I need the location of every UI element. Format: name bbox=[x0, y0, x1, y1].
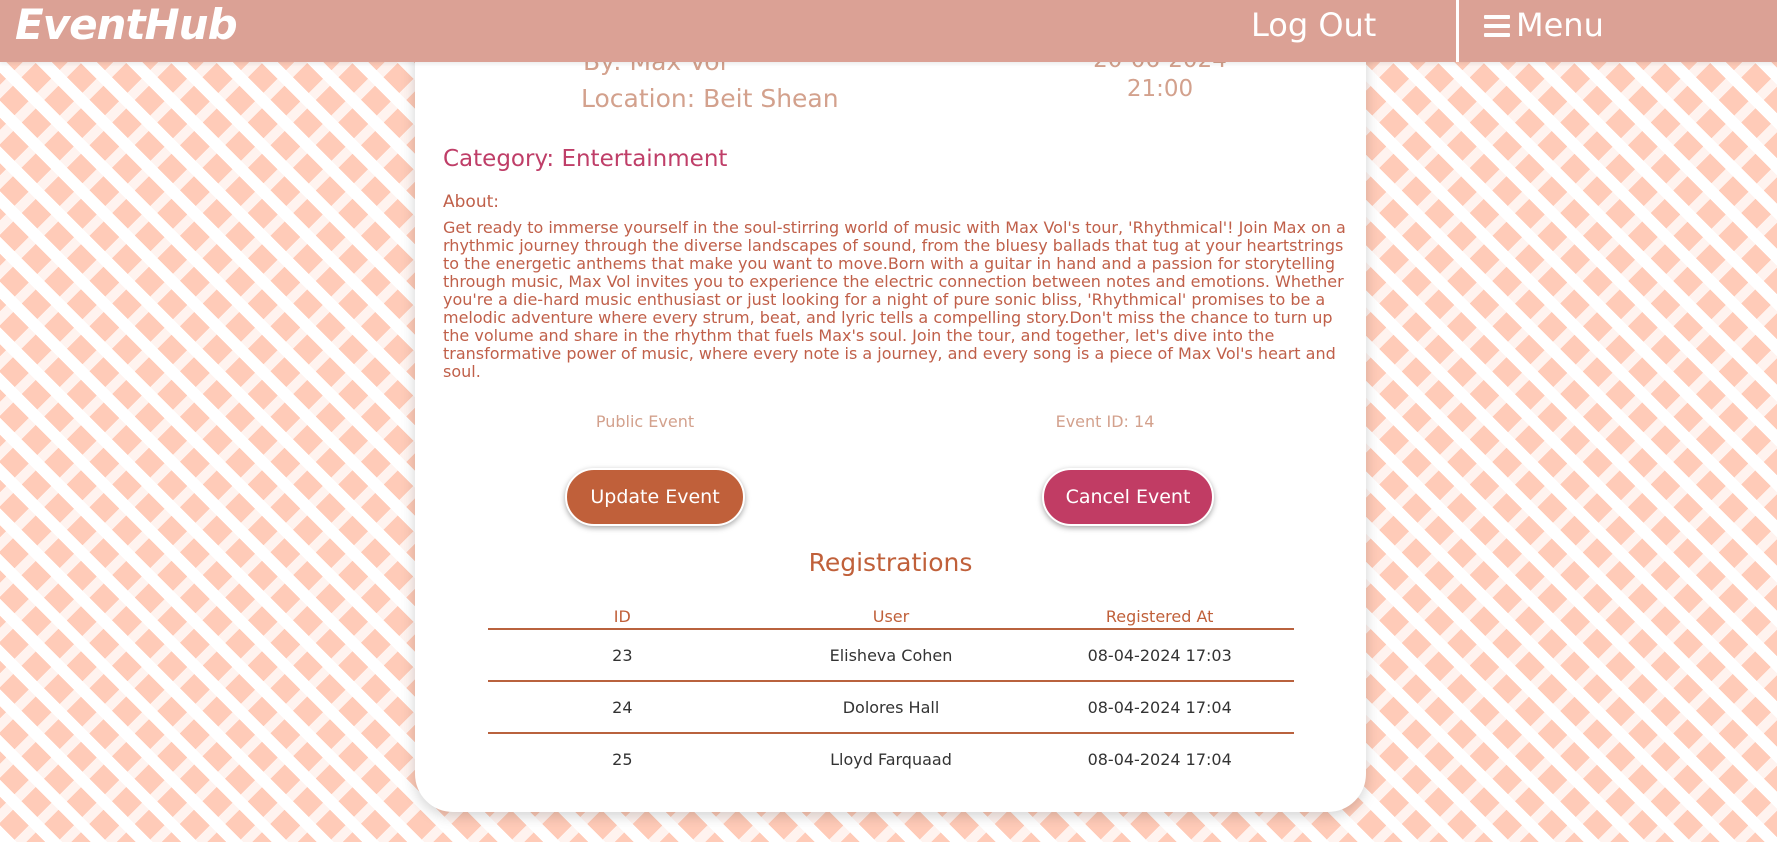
event-category: Category: Entertainment bbox=[443, 146, 728, 172]
nav-divider bbox=[1456, 0, 1459, 62]
about-label: About: bbox=[443, 192, 499, 212]
cell-user: Lloyd Farquaad bbox=[830, 749, 952, 769]
event-id-label: Event ID: 14 bbox=[1055, 412, 1155, 431]
menu-label: Menu bbox=[1516, 6, 1604, 44]
table-row: 23 Elisheva Cohen 08-04-2024 17:03 bbox=[488, 629, 1294, 682]
cancel-event-button[interactable]: Cancel Event bbox=[1042, 468, 1214, 526]
cell-id: 24 bbox=[488, 681, 757, 734]
event-details-card: By: Max Vol Location: Beit Shean 20-06-2… bbox=[415, 0, 1366, 812]
table-header-row: ID User Registered At bbox=[488, 604, 1294, 630]
hamburger-icon bbox=[1484, 15, 1510, 37]
column-header-registered-at: Registered At bbox=[1025, 604, 1294, 630]
top-navbar: EventHub Log Out Menu bbox=[0, 0, 1777, 62]
cell-id: 23 bbox=[488, 629, 757, 682]
update-event-button[interactable]: Update Event bbox=[565, 468, 745, 526]
cell-registered-at: 08-04-2024 17:03 bbox=[1025, 629, 1294, 682]
visibility-label: Public Event bbox=[595, 412, 695, 431]
column-header-id: ID bbox=[488, 604, 757, 630]
column-header-user: User bbox=[756, 604, 1026, 630]
registrations-title: Registrations bbox=[808, 548, 973, 577]
table-row: 25 Lloyd Farquaad 08-04-2024 17:04 bbox=[488, 733, 1294, 784]
table-row: 24 Dolores Hall 08-04-2024 17:04 bbox=[488, 681, 1294, 734]
about-text: Get ready to immerse yourself in the sou… bbox=[443, 218, 1346, 381]
cell-registered-at: 08-04-2024 17:04 bbox=[1025, 681, 1294, 734]
cell-registered-at: 08-04-2024 17:04 bbox=[1087, 749, 1232, 769]
cell-id: 25 bbox=[612, 749, 633, 769]
event-time: 21:00 bbox=[1126, 76, 1194, 102]
menu-button[interactable]: Menu bbox=[1484, 6, 1604, 44]
registrations-table: ID User Registered At 23 Elisheva Cohen … bbox=[488, 604, 1294, 784]
cell-user: Elisheva Cohen bbox=[756, 629, 1026, 682]
logout-link[interactable]: Log Out bbox=[1251, 6, 1376, 44]
cell-user: Dolores Hall bbox=[756, 681, 1026, 734]
event-location: Location: Beit Shean bbox=[581, 84, 839, 113]
brand-logo[interactable]: EventHub bbox=[15, 0, 238, 49]
